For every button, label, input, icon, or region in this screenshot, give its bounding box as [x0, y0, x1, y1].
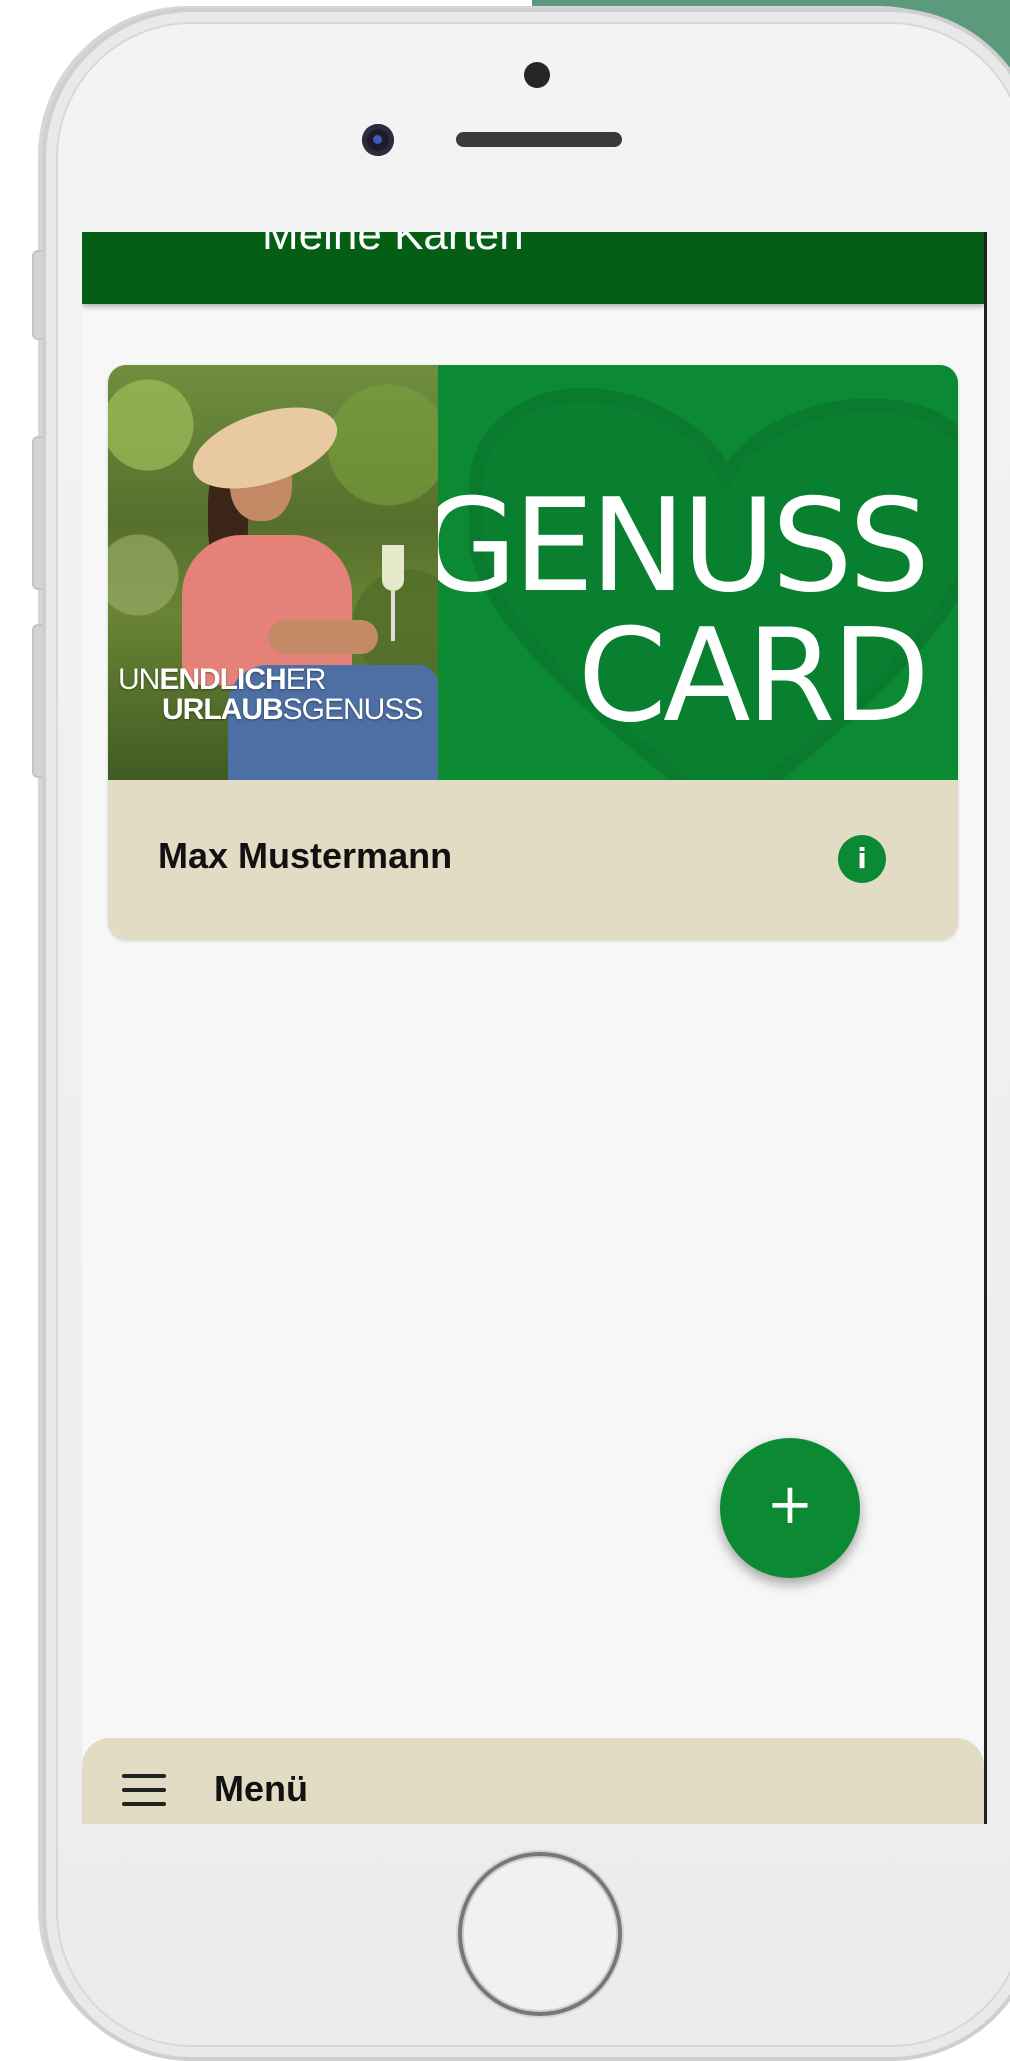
genuss-card[interactable]: UNENDLICHER URLAUBSGENUSS GENUSS CARD Ma…: [108, 365, 958, 940]
info-icon[interactable]: i: [838, 835, 886, 883]
slogan-line2-bold: URLAUB: [162, 693, 284, 726]
photo-arm: [268, 620, 378, 654]
menu-button-label[interactable]: Menü: [214, 1768, 308, 1810]
photo-wine-glass-stem: [391, 591, 395, 641]
photo-wine-glass: [382, 545, 404, 591]
card-brand-panel: GENUSS CARD: [438, 365, 958, 780]
slogan-line1-suffix: ER: [285, 663, 327, 696]
add-card-button[interactable]: +: [720, 1438, 860, 1578]
hamburger-menu-icon[interactable]: [122, 1774, 166, 1806]
card-slogan: UNENDLICHER URLAUBSGENUSS: [118, 663, 424, 726]
proximity-sensor: [524, 62, 550, 88]
slogan-line1-bold: ENDLICH: [159, 663, 286, 696]
app-bar: Meine Karten: [82, 232, 984, 304]
home-button[interactable]: [458, 1852, 622, 2016]
card-holder-name: Max Mustermann: [158, 835, 453, 876]
brand-line-1: GENUSS: [438, 472, 930, 621]
brand-line-2: CARD: [577, 602, 930, 751]
app-screen: Meine Karten UNENDLICHER URLAUBSGENUSS G…: [82, 232, 987, 1824]
slogan-line2-suffix: SGENUSS: [282, 693, 424, 726]
bottom-navigation-bar: Menü: [82, 1738, 984, 1824]
slogan-line1-prefix: UN: [118, 663, 160, 696]
card-photo: UNENDLICHER URLAUBSGENUSS: [108, 365, 438, 780]
card-footer: Max Mustermann i: [108, 780, 958, 940]
front-camera: [362, 124, 394, 156]
page-title: Meine Karten: [262, 232, 524, 259]
earpiece-speaker: [456, 132, 622, 147]
